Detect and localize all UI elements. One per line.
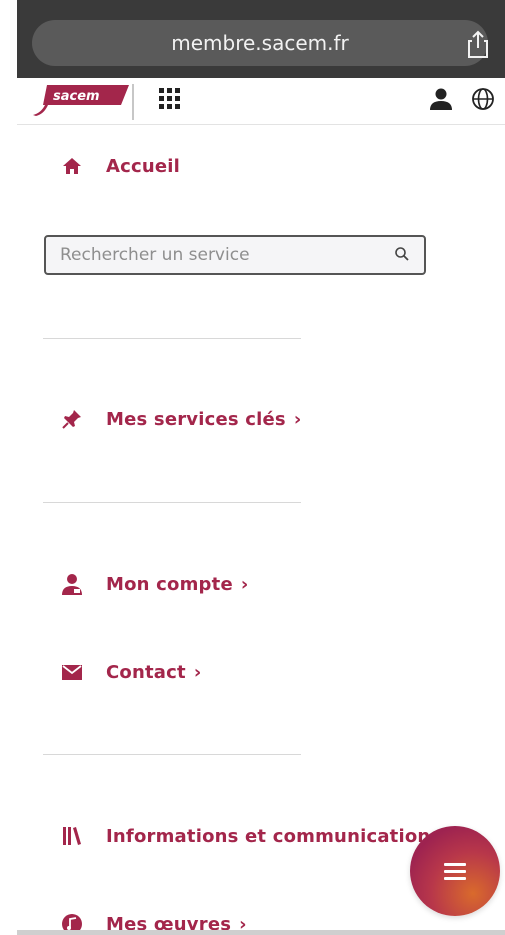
separator (43, 502, 301, 503)
menu-item-key-services[interactable]: Mes services clés › (60, 404, 301, 434)
sacem-logo[interactable]: sacem (31, 83, 131, 117)
menu-item-info[interactable]: Informations et communications › (60, 821, 457, 851)
chevron-right-icon: › (193, 661, 202, 683)
account-user-icon[interactable] (429, 87, 453, 111)
site-header: sacem (17, 78, 505, 125)
menu-label-info: Informations et communications (106, 825, 442, 847)
user-icon (60, 572, 84, 596)
separator (43, 338, 301, 339)
globe-icon[interactable] (471, 87, 495, 111)
menu-label-key-services: Mes services clés (106, 408, 286, 430)
menu-item-home[interactable]: Accueil (60, 151, 180, 181)
share-icon[interactable] (464, 29, 492, 59)
address-bar[interactable]: membre.sacem.fr (32, 20, 488, 66)
hamburger-icon (444, 859, 466, 884)
library-icon (60, 824, 84, 848)
header-divider (132, 84, 134, 120)
app-frame: membre.sacem.fr sacem Accueil Rechercher… (17, 0, 505, 935)
home-icon (60, 154, 84, 178)
service-search[interactable] (44, 235, 426, 275)
browser-toolbar: membre.sacem.fr (17, 0, 505, 78)
chevron-right-icon: › (240, 573, 249, 595)
separator (43, 754, 301, 755)
menu-label-account: Mon compte (106, 573, 233, 595)
bottom-edge (17, 930, 505, 935)
menu-label-home: Accueil (106, 155, 181, 177)
chevron-right-icon: › (293, 408, 302, 430)
apps-grid-icon[interactable] (159, 88, 181, 110)
logo-text: sacem (53, 89, 100, 104)
mail-icon (60, 660, 84, 684)
search-icon[interactable] (394, 246, 410, 262)
menu-item-account[interactable]: Mon compte › (60, 569, 248, 599)
search-input[interactable] (46, 237, 380, 273)
menu-item-contact[interactable]: Contact › (60, 657, 201, 687)
menu-fab-button[interactable] (410, 826, 500, 916)
menu-label-contact: Contact (106, 661, 186, 683)
url-text: membre.sacem.fr (171, 31, 349, 55)
pin-icon (60, 407, 84, 431)
